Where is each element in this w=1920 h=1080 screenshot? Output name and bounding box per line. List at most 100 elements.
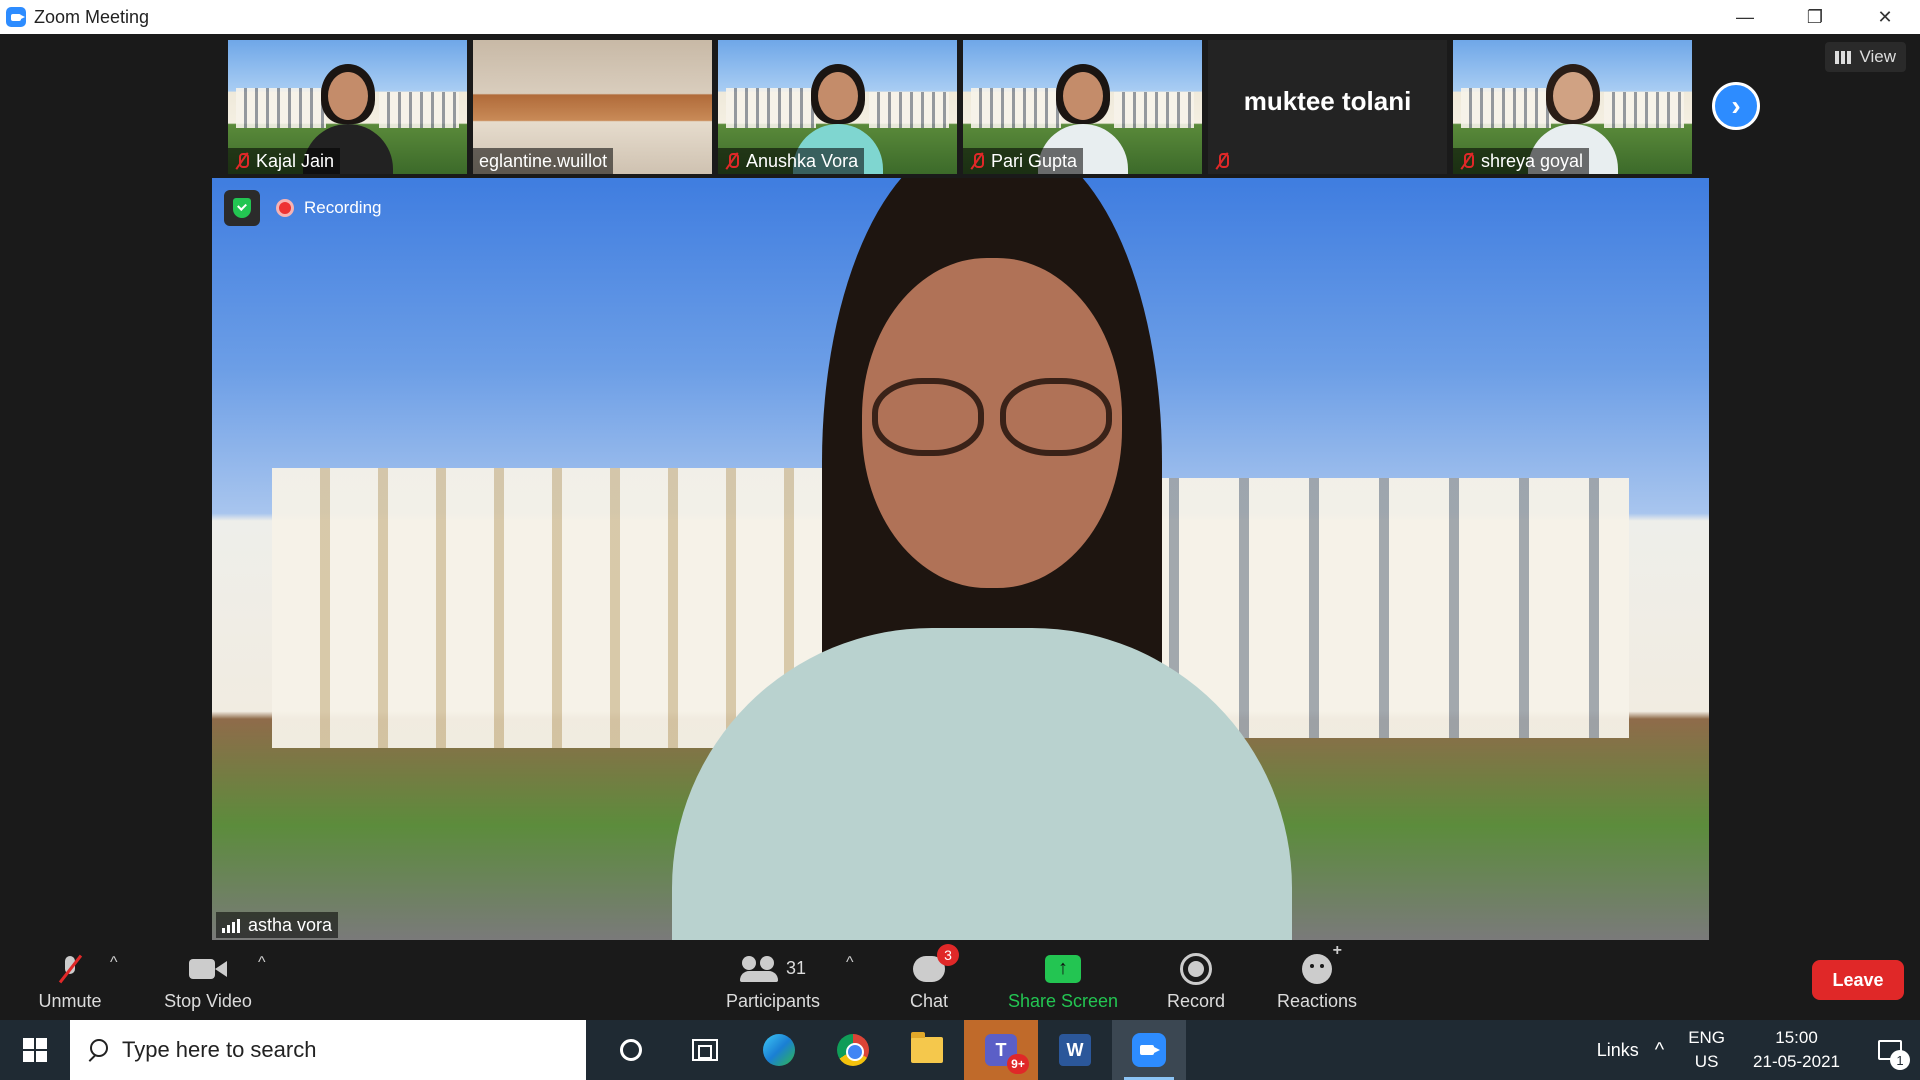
task-view-button[interactable]	[668, 1020, 742, 1080]
participant-name-bar: eglantine.wuillot	[473, 148, 614, 174]
taskbar-zoom[interactable]	[1112, 1020, 1186, 1080]
search-icon	[86, 1039, 108, 1061]
participants-button[interactable]: 31 Participants	[718, 940, 828, 1020]
chevron-right-icon: ›	[1731, 90, 1741, 121]
mic-muted-icon	[234, 152, 250, 170]
reactions-label: Reactions	[1276, 990, 1358, 1011]
windows-taskbar: Type here to search T 9+ W Links ^ ENG US…	[0, 1020, 1920, 1080]
participant-name: Pari Gupta	[991, 150, 1078, 171]
minimize-button[interactable]: —	[1710, 0, 1780, 34]
record-icon	[1180, 952, 1212, 985]
input-language-indicator[interactable]: ENG US	[1688, 1026, 1725, 1074]
taskbar-clock[interactable]: 15:00 21-05-2021	[1753, 1026, 1840, 1074]
restore-button[interactable]: ❐	[1780, 0, 1850, 34]
speaker-figure	[672, 178, 1292, 940]
emoji-reaction-icon	[1302, 942, 1342, 984]
system-tray: Links ^ ENG US 15:00 21-05-2021 1	[1597, 1020, 1920, 1080]
participants-icon	[739, 955, 780, 982]
close-button[interactable]: ✕	[1850, 0, 1920, 34]
participant-name-bar: Anushka Vora	[718, 148, 865, 174]
recording-dot-icon	[276, 199, 294, 217]
taskbar-edge[interactable]	[742, 1020, 816, 1080]
chat-bubble-icon: 3	[913, 943, 959, 982]
teams-letter: T	[995, 1039, 1007, 1060]
participant-name: eglantine.wuillot	[479, 150, 608, 171]
taskbar-file-explorer[interactable]	[890, 1020, 964, 1080]
record-button[interactable]: Record	[1158, 940, 1234, 1020]
speaker-name: astha vora	[248, 914, 333, 935]
participant-name-bar: Pari Gupta	[963, 148, 1084, 174]
participant-tile[interactable]: Kajal Jain	[228, 40, 467, 174]
windows-logo-icon	[23, 1038, 47, 1062]
taskbar-chrome[interactable]	[816, 1020, 890, 1080]
unmute-label: Unmute	[38, 990, 102, 1011]
teams-icon: T 9+	[985, 1034, 1029, 1074]
participant-tile[interactable]: Anushka Vora	[718, 40, 957, 174]
action-center-button[interactable]: 1	[1860, 1020, 1920, 1080]
participants-options-caret-icon[interactable]: ^	[846, 954, 854, 972]
reactions-button[interactable]: Reactions	[1270, 940, 1364, 1020]
chat-unread-badge: 3	[937, 943, 959, 966]
start-button[interactable]	[0, 1020, 70, 1080]
language-code: ENG	[1688, 1028, 1726, 1047]
participant-tile[interactable]: muktee tolani	[1208, 40, 1447, 174]
video-options-caret-icon[interactable]: ^	[258, 954, 266, 972]
zoom-app-icon	[6, 7, 26, 27]
stop-video-button[interactable]: Stop Video	[154, 940, 262, 1020]
keyboard-layout: US	[1694, 1052, 1719, 1071]
stop-video-label: Stop Video	[164, 990, 252, 1011]
search-placeholder: Type here to search	[122, 1037, 317, 1062]
microphone-muted-icon	[59, 954, 81, 984]
security-shield-icon[interactable]	[224, 190, 260, 226]
participant-display-name: muktee tolani	[1243, 85, 1412, 116]
next-page-button[interactable]: ›	[1712, 82, 1760, 130]
meeting-toolbar: Unmute ^ Stop Video ^ 31 Participants ^ …	[0, 940, 1920, 1020]
taskbar-word[interactable]: W	[1038, 1020, 1112, 1080]
record-label: Record	[1166, 990, 1226, 1011]
cortana-button[interactable]	[594, 1020, 668, 1080]
participant-name: Kajal Jain	[256, 150, 335, 171]
taskbar-teams[interactable]: T 9+	[964, 1020, 1038, 1080]
recording-label: Recording	[304, 198, 382, 217]
participants-label: Participants	[725, 990, 821, 1011]
participant-name-bar: shreya goyal	[1453, 148, 1590, 174]
mic-muted-icon	[1459, 152, 1475, 170]
active-speaker-video[interactable]: Recording astha vora	[212, 178, 1709, 940]
participant-tile[interactable]: eglantine.wuillot	[473, 40, 712, 174]
participant-tile[interactable]: Pari Gupta	[963, 40, 1202, 174]
share-screen-label: Share Screen	[1007, 990, 1119, 1011]
participants-count: 31	[785, 958, 807, 978]
zoom-icon	[1132, 1033, 1166, 1067]
grid-view-icon	[1835, 50, 1852, 64]
video-camera-icon	[189, 957, 227, 981]
links-toolbar[interactable]: Links	[1597, 1040, 1639, 1061]
notification-count-badge: 1	[1890, 1050, 1910, 1070]
word-icon: W	[1059, 1034, 1091, 1066]
mic-muted-icon	[724, 152, 740, 170]
window-controls: — ❐ ✕	[1710, 0, 1920, 34]
mic-muted-icon	[969, 152, 985, 170]
participant-name-bar	[1208, 148, 1242, 174]
teams-notification-badge: 9+	[1007, 1054, 1029, 1074]
view-button[interactable]: View	[1825, 42, 1906, 72]
participant-name: shreya goyal	[1481, 150, 1584, 171]
show-hidden-icons-chevron-icon[interactable]: ^	[1655, 1039, 1664, 1062]
leave-button[interactable]: Leave	[1812, 960, 1904, 1000]
audio-options-caret-icon[interactable]: ^	[110, 954, 118, 972]
task-view-icon	[692, 1039, 718, 1061]
title-bar: Zoom Meeting — ❐ ✕	[0, 0, 1920, 34]
clock-time: 15:00	[1775, 1028, 1818, 1047]
chat-button[interactable]: 3 Chat	[896, 940, 962, 1020]
gallery-strip: Kajal Jain eglantine.wuillot Anushka Vor…	[228, 40, 1692, 174]
recording-indicator[interactable]: Recording	[276, 194, 382, 222]
participant-name-bar: Kajal Jain	[228, 148, 341, 174]
window-title: Zoom Meeting	[34, 6, 150, 27]
participant-tile[interactable]: shreya goyal	[1453, 40, 1692, 174]
taskbar-search-box[interactable]: Type here to search	[70, 1020, 586, 1080]
share-screen-button[interactable]: ↑ Share Screen	[1000, 940, 1126, 1020]
chrome-browser-icon	[837, 1034, 869, 1066]
unmute-button[interactable]: Unmute	[22, 940, 118, 1020]
mic-muted-icon	[1214, 152, 1230, 170]
share-screen-icon: ↑	[1045, 954, 1081, 983]
view-label: View	[1859, 47, 1896, 66]
